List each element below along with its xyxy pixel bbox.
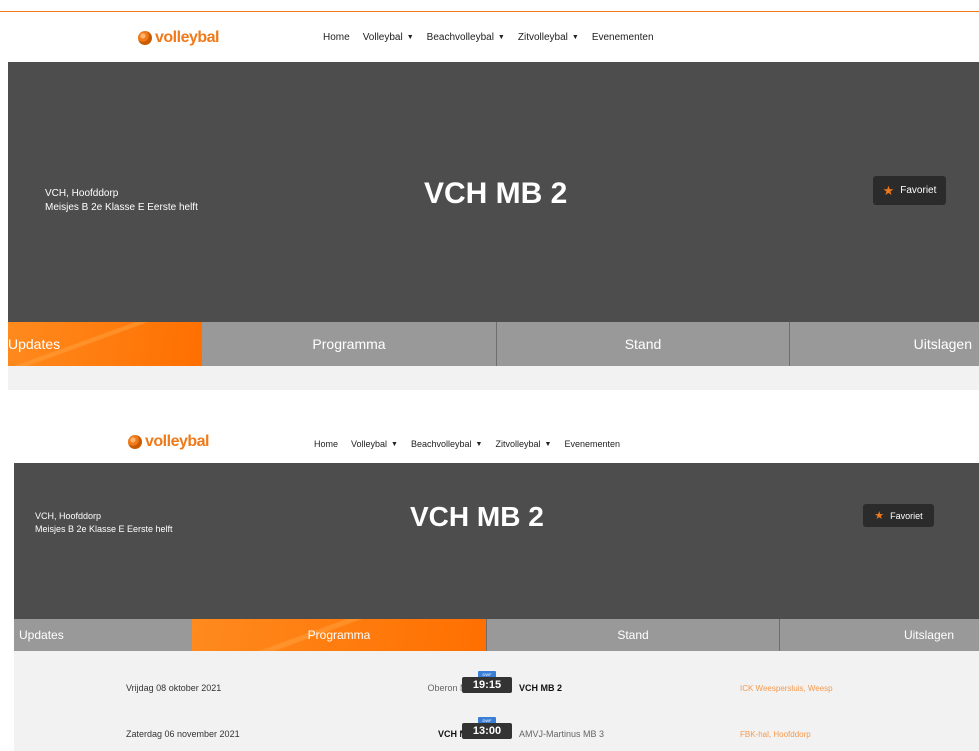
favorite-button[interactable]: ★ Favoriet: [873, 176, 946, 205]
star-icon: ★: [882, 182, 895, 198]
match-date: Vrijdag 08 oktober 2021: [126, 683, 222, 693]
tab-label: Updates: [19, 628, 64, 642]
team-tabs-1: Updates Programma Stand Uitslagen: [8, 322, 979, 366]
caret-down-icon: ▼: [497, 34, 505, 41]
favorite-label: Favoriet: [890, 510, 923, 521]
team-title: VCH MB 2: [424, 177, 568, 210]
nav-beachvolleybal[interactable]: Beachvolleybal ▼: [411, 439, 482, 449]
logo-text: volleybal: [155, 29, 219, 46]
tab-label: Programma: [312, 336, 386, 352]
team-title: VCH MB 2: [410, 501, 544, 532]
caret-down-icon: ▼: [544, 440, 552, 448]
tab-label: Stand: [617, 628, 649, 642]
favorite-label: Favoriet: [900, 185, 937, 196]
favorite-button[interactable]: ★ Favoriet: [863, 504, 934, 527]
match-venue[interactable]: ICK Weespersluis, Weesp: [740, 684, 833, 693]
nav-home[interactable]: Home: [323, 32, 350, 43]
away-team[interactable]: VCH MB 2: [519, 683, 562, 693]
tab-updates[interactable]: Updates: [14, 619, 192, 651]
logo[interactable]: volleybal: [128, 433, 209, 451]
logo[interactable]: volleybal: [138, 29, 219, 47]
tab-stand[interactable]: Stand: [496, 322, 789, 366]
logo-text: volleybal: [145, 433, 209, 450]
team-meta: VCH, Hoofddorp Meisjes B 2e Klasse E Eer…: [35, 510, 173, 536]
content-band-1: [8, 366, 979, 390]
volleyball-icon: [138, 31, 152, 45]
tab-label: Updates: [8, 336, 61, 352]
main-menu: Home Volleybal ▼ Beachvolleybal ▼ Zitvolle…: [314, 439, 633, 449]
nav-volleybal[interactable]: Volleybal ▼: [351, 439, 398, 449]
away-team[interactable]: AMVJ-Martinus MB 3: [519, 729, 604, 739]
nav-evenementen[interactable]: Evenementen: [564, 439, 620, 449]
tab-label: Programma: [307, 628, 371, 642]
tab-programma[interactable]: Programma: [192, 619, 486, 651]
nav-zitvolleybal[interactable]: Zitvolleybal ▼: [495, 439, 551, 449]
tab-uitslagen[interactable]: Uitslagen: [789, 322, 979, 366]
tab-label: Stand: [624, 336, 662, 352]
match-date: Zaterdag 06 november 2021: [126, 729, 240, 739]
team-tabs-2: Updates Programma Stand Uitslagen: [14, 619, 979, 651]
nav-home[interactable]: Home: [314, 439, 338, 449]
caret-down-icon: ▼: [406, 34, 414, 41]
team-hero-2: VCH, Hoofddorp Meisjes B 2e Klasse E Eer…: [14, 463, 979, 619]
caret-down-icon: ▼: [391, 440, 398, 448]
team-hero-1: VCH, Hoofddorp Meisjes B 2e Klasse E Eer…: [8, 62, 979, 322]
club-name: VCH, Hoofddorp: [35, 511, 102, 521]
nav-volleybal[interactable]: Volleybal ▼: [363, 32, 414, 43]
league-name: Meisjes B 2e Klasse E Eerste helft: [45, 202, 198, 213]
match-time: 19:15: [462, 677, 512, 693]
match-row[interactable]: Zaterdag 06 november 2021 VCH MB 2 DWF 1…: [14, 717, 979, 751]
navbar-1: volleybal Home Volleybal ▼ Beachvolleybal…: [0, 12, 979, 62]
volleyball-icon: [128, 435, 142, 449]
match-venue[interactable]: FBK-hal, Hoofddorp: [740, 730, 811, 739]
nav-evenementen[interactable]: Evenementen: [592, 32, 654, 43]
tab-updates[interactable]: Updates: [8, 322, 202, 366]
league-name: Meisjes B 2e Klasse E Eerste helft: [35, 524, 173, 534]
club-name: VCH, Hoofddorp: [45, 188, 119, 199]
caret-down-icon: ▼: [571, 34, 579, 41]
caret-down-icon: ▼: [475, 440, 483, 448]
nav-zitvolleybal[interactable]: Zitvolleybal ▼: [518, 32, 579, 43]
main-menu: Home Volleybal ▼ Beachvolleybal ▼ Zitvolle…: [323, 32, 667, 43]
tab-uitslagen[interactable]: Uitslagen: [779, 619, 979, 651]
nav-beachvolleybal[interactable]: Beachvolleybal ▼: [427, 32, 505, 43]
tab-label: Uitslagen: [913, 336, 972, 352]
star-icon: ★: [874, 510, 885, 522]
match-row[interactable]: Vrijdag 08 oktober 2021 Oberon MB 1 DWF …: [14, 671, 979, 705]
tab-stand[interactable]: Stand: [486, 619, 779, 651]
tab-programma[interactable]: Programma: [202, 322, 496, 366]
team-meta: VCH, Hoofddorp Meisjes B 2e Klasse E Eer…: [45, 187, 198, 215]
tab-label: Uitslagen: [903, 628, 954, 642]
match-time: 13:00: [462, 723, 512, 739]
